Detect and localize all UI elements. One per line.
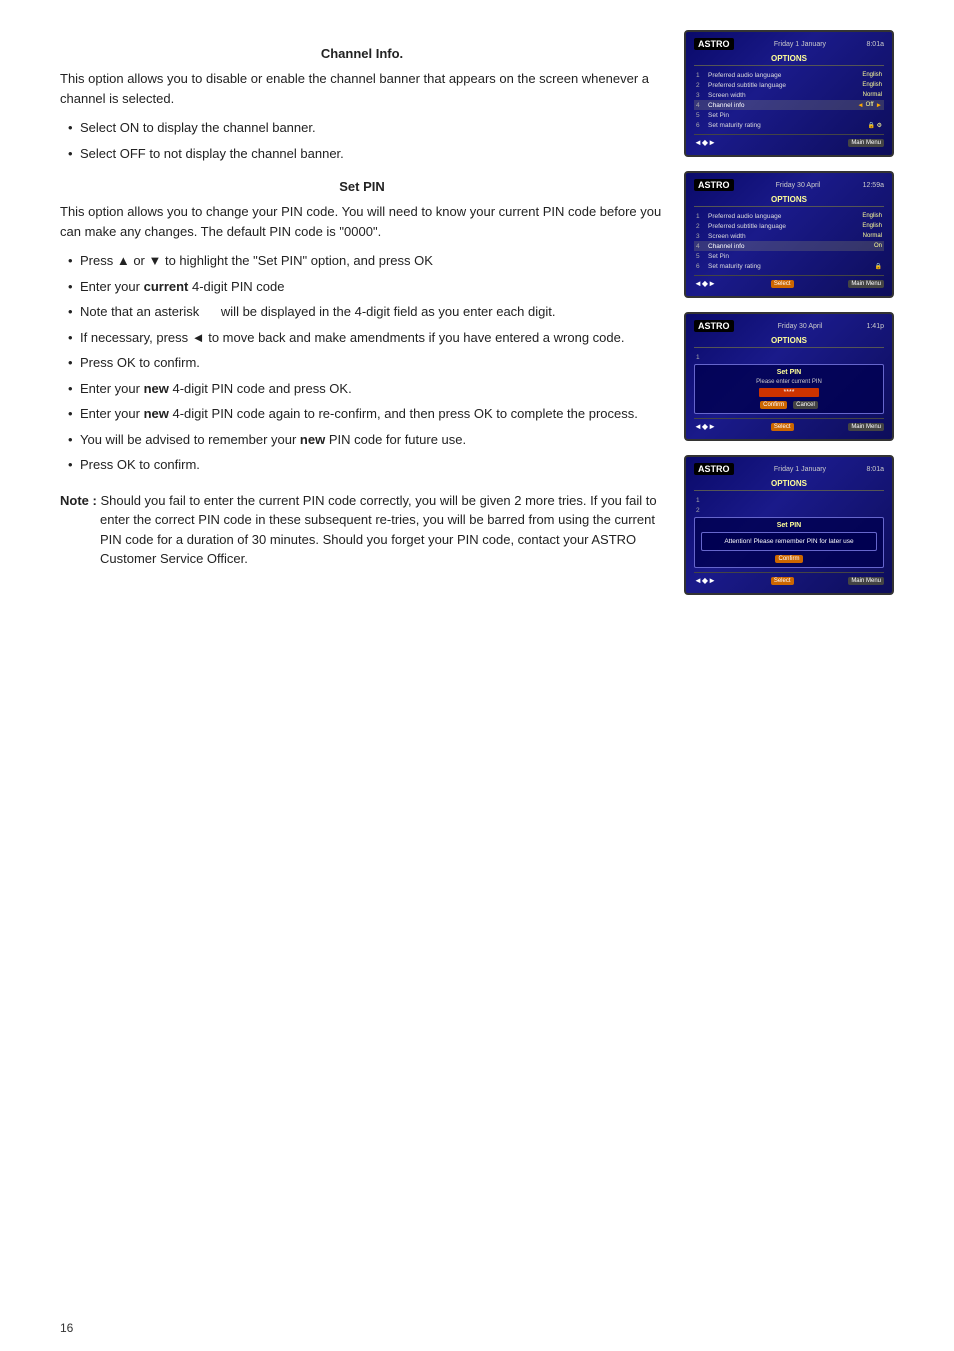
nav-arrows-4: ◄◆► — [694, 576, 716, 585]
right-column: ASTRO Friday 1 January 8:01a OPTIONS 1 P… — [684, 30, 904, 595]
options-title-4: OPTIONS — [694, 479, 884, 491]
menu-row: 1 Preferred audio language English — [694, 211, 884, 221]
tv-date-3: Friday 30 April — [734, 323, 867, 330]
list-item: Select ON to display the channel banner. — [70, 118, 664, 138]
menu-row: 6 Set maturity rating 🔒 — [694, 261, 884, 271]
tv-screen-3: ASTRO Friday 30 April 1:41p OPTIONS 1 Se… — [684, 312, 894, 441]
pin-dialog: Set PIN Please enter current PIN **** Co… — [694, 364, 884, 414]
nav-arrows-1: ◄◆► — [694, 138, 716, 147]
tv-date-4: Friday 1 January — [734, 466, 867, 473]
main-menu-btn-3: Main Menu — [848, 423, 884, 431]
astro-logo-1: ASTRO — [694, 38, 734, 50]
list-item: Press OK to confirm. — [70, 455, 664, 475]
tv-time-1: 8:01a — [866, 41, 884, 48]
menu-row-highlighted: 4 Channel info On — [694, 241, 884, 251]
options-title-3: OPTIONS — [694, 336, 884, 348]
note-text: Note : Should you fail to enter the curr… — [60, 491, 664, 569]
set-pin-title: Set PIN — [60, 179, 664, 194]
tv-header-1: ASTRO Friday 1 January 8:01a — [694, 38, 884, 50]
tv-header-4: ASTRO Friday 1 January 8:01a — [694, 463, 884, 475]
pin-dialog-prompt: Please enter current PIN — [701, 379, 877, 385]
nav-arrows-2: ◄◆► — [694, 279, 716, 288]
main-menu-btn-1: Main Menu — [848, 139, 884, 147]
select-btn-2: Select — [771, 280, 794, 288]
confirm-buttons-4: Confirm — [701, 555, 877, 563]
list-item: Select OFF to not display the channel ba… — [70, 144, 664, 164]
astro-logo-2: ASTRO — [694, 179, 734, 191]
astro-logo-3: ASTRO — [694, 320, 734, 332]
page-layout: Channel Info. This option allows you to … — [60, 30, 904, 595]
list-item: Enter your new 4-digit PIN code again to… — [70, 404, 664, 424]
tv-bottom-3: ◄◆► Select Main Menu — [694, 418, 884, 431]
menu-row: 3 Screen width Normal — [694, 90, 884, 100]
set-pin-intro: This option allows you to change your PI… — [60, 202, 664, 241]
menu-row: 2 Preferred subtitle language English — [694, 221, 884, 231]
tv-date-1: Friday 1 January — [734, 41, 867, 48]
menu-row: 1 — [694, 352, 884, 362]
select-btn-3: Select — [771, 423, 794, 431]
channel-info-intro: This option allows you to disable or ena… — [60, 69, 664, 108]
menu-row-highlighted: 4 Channel info ◄ Off ► — [694, 100, 884, 110]
page-number: 16 — [60, 1321, 73, 1335]
tv-header-3: ASTRO Friday 30 April 1:41p — [694, 320, 884, 332]
list-item: Press ▲ or ▼ to highlight the "Set PIN" … — [70, 251, 664, 271]
pin-dialog-title-4: Set PIN — [701, 522, 877, 529]
menu-row: 1 Preferred audio language English — [694, 70, 884, 80]
cancel-btn-3: Cancel — [793, 401, 818, 409]
list-item: Press OK to confirm. — [70, 353, 664, 373]
tv-date-2: Friday 30 April — [734, 182, 863, 189]
attention-dialog: Set PIN Attention! Please remember PIN f… — [694, 517, 884, 568]
tv-bottom-1: ◄◆► Main Menu — [694, 134, 884, 147]
channel-info-bullets: Select ON to display the channel banner.… — [60, 118, 664, 163]
options-title-1: OPTIONS — [694, 54, 884, 66]
set-pin-bullets: Press ▲ or ▼ to highlight the "Set PIN" … — [60, 251, 664, 475]
nav-arrows-3: ◄◆► — [694, 422, 716, 431]
menu-row: 6 Set maturity rating 🔒 ⚙ — [694, 120, 884, 130]
menu-row: 1 — [694, 495, 884, 505]
select-btn-4: Select — [771, 577, 794, 585]
menu-row: 3 Screen width Normal — [694, 231, 884, 241]
list-item: Enter your current 4-digit PIN code — [70, 277, 664, 297]
main-menu-btn-4: Main Menu — [848, 577, 884, 585]
tv-bottom-2: ◄◆► Select Main Menu — [694, 275, 884, 288]
list-item: Note that an asterisk will be displayed … — [70, 302, 664, 322]
list-item: Enter your new 4-digit PIN code and pres… — [70, 379, 664, 399]
list-item: If necessary, press ◄ to move back and m… — [70, 328, 664, 348]
tv-screen-4: ASTRO Friday 1 January 8:01a OPTIONS 1 2… — [684, 455, 894, 595]
left-column: Channel Info. This option allows you to … — [60, 30, 664, 595]
menu-row: 5 Set Pin — [694, 110, 884, 120]
list-item: You will be advised to remember your new… — [70, 430, 664, 450]
pin-dialog-buttons: Confirm Cancel — [701, 401, 877, 409]
menu-row: 5 Set Pin — [694, 251, 884, 261]
attention-text: Attention! Please remember PIN for later… — [701, 532, 877, 551]
main-menu-btn-2: Main Menu — [848, 280, 884, 288]
options-title-2: OPTIONS — [694, 195, 884, 207]
pin-input: **** — [759, 388, 819, 397]
tv-time-2: 12:59a — [863, 182, 884, 189]
pin-dialog-title: Set PIN — [701, 369, 877, 376]
tv-header-2: ASTRO Friday 30 April 12:59a — [694, 179, 884, 191]
confirm-btn-3: Confirm — [760, 401, 787, 409]
tv-time-3: 1:41p — [866, 323, 884, 330]
astro-logo-4: ASTRO — [694, 463, 734, 475]
tv-screen-1: ASTRO Friday 1 January 8:01a OPTIONS 1 P… — [684, 30, 894, 157]
menu-row: 2 Preferred subtitle language English — [694, 80, 884, 90]
confirm-btn-4: Confirm — [775, 555, 802, 563]
menu-row: 2 — [694, 505, 884, 515]
tv-time-4: 8:01a — [866, 466, 884, 473]
tv-screen-2: ASTRO Friday 30 April 12:59a OPTIONS 1 P… — [684, 171, 894, 298]
channel-info-title: Channel Info. — [60, 46, 664, 61]
tv-bottom-4: ◄◆► Select Main Menu — [694, 572, 884, 585]
